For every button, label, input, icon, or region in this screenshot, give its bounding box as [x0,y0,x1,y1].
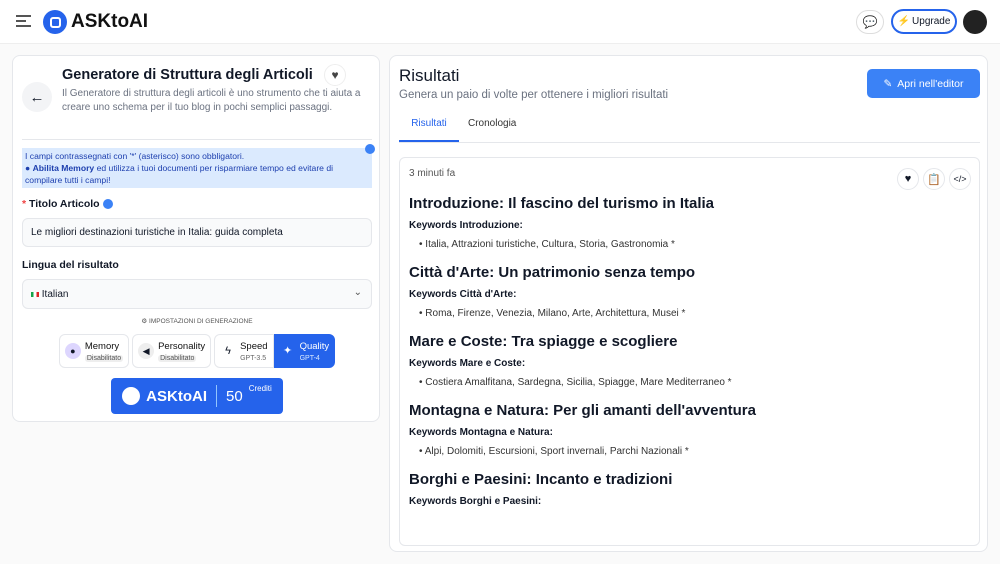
result-section: Mare e Coste: Tra spiagge e scogliere Key… [409,333,970,388]
favorite-icon[interactable]: ♥ [897,168,919,190]
enable-memory-link[interactable]: Abilita Memory [33,163,95,173]
result-box: 3 minuti fa ♥ 📋 </> Introduzione: Il fas… [399,157,980,546]
open-editor-button[interactable]: ✎ Apri nell'editor [867,69,980,98]
divider [22,139,372,140]
option-personality[interactable]: ◀ Personality Disabilitato [132,334,212,368]
bullet-icon: • [419,239,423,250]
logo[interactable]: ASKtoAI [43,10,148,34]
divider [399,142,980,143]
results-subtitle: Genera un paio di volte per ottenere i m… [399,89,669,101]
italy-flag-icon [31,292,39,297]
option-quality[interactable]: ✦ Quality GPT-4 [273,334,336,368]
chat-button[interactable]: 💬 [856,10,884,34]
keywords-list: • Alpi, Dolomiti, Escursioni, Sport inve… [419,446,689,457]
result-section: Introduzione: Il fascino del turismo in … [409,195,970,250]
info-icon[interactable] [102,199,113,210]
generation-options: ● Memory Disabilitato ◀ Personality Disabili… [33,334,361,368]
language-select[interactable]: Italian ⌄ [22,279,372,309]
title-label: * Titolo Articolo [22,198,113,210]
brain-icon: ● [64,343,81,359]
keywords-list: • Costiera Amalfitana, Sardegna, Sicilia… [419,377,732,388]
copy-icon[interactable]: 📋 [923,168,945,190]
info-icon: ● [25,163,31,173]
generator-panel: ← Generatore di Struttura degli Articoli… [12,55,380,422]
keywords-label: Keywords Mare e Coste: [409,358,526,369]
menu-icon[interactable] [16,15,31,27]
section-heading: Città d'Arte: Un patrimonio senza tempo [409,264,696,281]
bullet-icon: • [419,308,423,319]
lightning-icon: ϟ [225,345,231,357]
generate-button[interactable]: ASKtoAI 50 Crediti [111,378,283,414]
result-section: Borghi e Paesini: Incanto e tradizioni Ke… [409,471,970,507]
result-section: Montagna e Natura: Per gli amanti dell'a… [409,402,970,457]
tool-title: Generatore di Struttura degli Articoli [62,67,313,83]
timestamp: 3 minuti fa [409,168,456,179]
option-speed[interactable]: ϟ Speed GPT-3.5 [214,334,274,368]
settings-label: ⚙ IMPOSTAZIONI DI GENERAZIONE [141,318,253,325]
tool-description: Il Generatore di struttura degli articol… [62,88,361,113]
keywords-list: • Italia, Attrazioni turistiche, Cultura… [419,239,675,250]
results-title: Risultati [399,66,460,85]
back-button[interactable]: ← [22,82,52,112]
language-label: Lingua del risultato [22,259,119,271]
section-heading: Introduzione: Il fascino del turismo in … [409,195,715,212]
bullet-icon: • [419,446,423,457]
section-heading: Borghi e Paesini: Incanto e tradizioni [409,471,673,488]
section-heading: Mare e Coste: Tra spiagge e scogliere [409,333,678,350]
megaphone-icon: ◀ [138,343,155,359]
tab-risultati[interactable]: Risultati [399,116,459,142]
keywords-label: Keywords Città d'Arte: [409,289,517,300]
logo-icon [122,387,141,405]
upgrade-button[interactable]: ⚡ Upgrade [891,9,957,34]
tab-cronologia[interactable]: Cronologia [468,118,516,129]
result-section: Città d'Arte: Un patrimonio senza tempo K… [409,264,970,319]
logo-icon [43,10,67,34]
sparkles-icon: ✦ [282,345,293,357]
bullet-icon: • [419,377,423,388]
model-toggle: ϟ Speed GPT-3.5 ✦ Quality GPT-4 [214,334,336,368]
keywords-label: Keywords Introduzione: [409,220,523,231]
option-memory[interactable]: ● Memory Disabilitato [58,334,130,368]
keywords-label: Keywords Borghi e Paesini: [409,496,542,507]
section-heading: Montagna e Natura: Per gli amanti dell'a… [409,402,756,419]
top-bar: ASKtoAI 💬 ⚡ Upgrade [0,0,1000,44]
notice-dot [365,144,375,154]
results-panel: Risultati Genera un paio di volte per ot… [389,55,988,552]
pencil-icon: ✎ [883,77,893,90]
keywords-list: • Roma, Firenze, Venezia, Milano, Arte, … [419,308,686,319]
avatar[interactable] [963,10,987,34]
code-icon[interactable]: </> [949,168,971,190]
favorite-icon[interactable]: ♥ [324,64,346,86]
required-notice: I campi contrassegnati con '*' (asterisc… [22,148,372,188]
lightning-icon: ⚡ [897,16,911,27]
title-input[interactable]: Le migliori destinazioni turistiche in I… [22,218,372,247]
chevron-down-icon: ⌄ [353,287,362,298]
keywords-label: Keywords Montagna e Natura: [409,427,553,438]
